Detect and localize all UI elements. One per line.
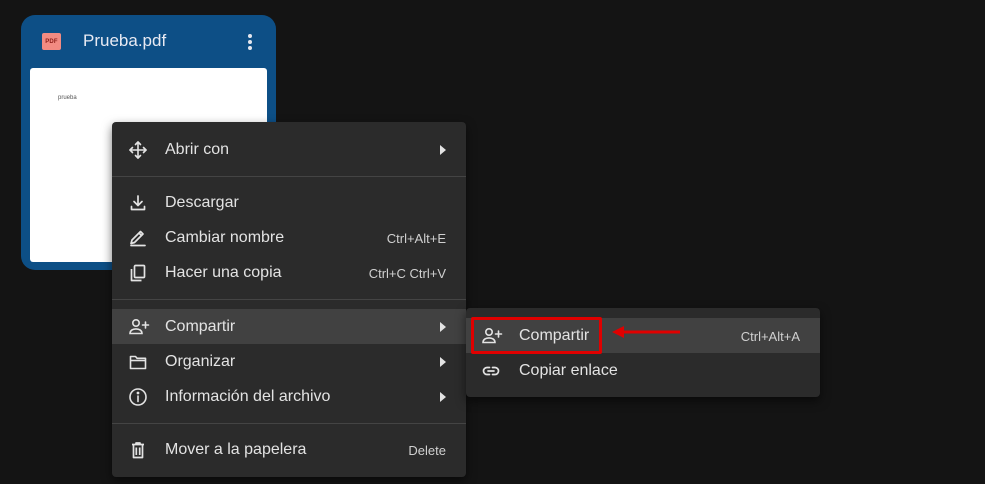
move-arrows-icon <box>128 140 148 160</box>
submenu-item-copiar-enlace[interactable]: Copiar enlace <box>466 353 820 388</box>
menu-item-cambiar-nombre[interactable]: Cambiar nombre Ctrl+Alt+E <box>112 220 466 255</box>
more-options-icon[interactable] <box>243 31 257 53</box>
menu-item-label: Organizar <box>165 353 236 370</box>
submenu-item-label: Copiar enlace <box>519 362 618 379</box>
info-icon <box>128 387 148 407</box>
person-add-icon <box>128 317 150 337</box>
submenu-arrow-icon <box>440 392 446 402</box>
link-icon <box>481 361 501 381</box>
menu-item-label: Hacer una copia <box>165 264 282 281</box>
file-card-header: PDF Prueba.pdf <box>21 15 276 68</box>
submenu-arrow-icon <box>440 322 446 332</box>
pencil-icon <box>128 228 148 248</box>
menu-item-hacer-copia[interactable]: Hacer una copia Ctrl+C Ctrl+V <box>112 255 466 290</box>
menu-item-mover-papelera[interactable]: Mover a la papelera Delete <box>112 432 466 467</box>
menu-item-label: Compartir <box>165 318 236 335</box>
menu-item-label: Descargar <box>165 194 239 211</box>
submenu-item-shortcut: Ctrl+Alt+A <box>740 329 800 344</box>
preview-text: prueba <box>58 95 77 101</box>
menu-item-label: Cambiar nombre <box>165 229 285 246</box>
trash-icon <box>128 440 148 460</box>
menu-item-label: Información del archivo <box>165 388 331 405</box>
file-name: Prueba.pdf <box>83 31 167 50</box>
submenu-arrow-icon <box>440 357 446 367</box>
person-add-icon <box>481 326 503 346</box>
menu-item-shortcut: Ctrl+Alt+E <box>386 231 446 246</box>
submenu-arrow-icon <box>440 145 446 155</box>
download-icon <box>128 193 148 213</box>
menu-item-shortcut: Delete <box>408 443 446 458</box>
copy-icon <box>128 263 148 283</box>
menu-item-shortcut: Ctrl+C Ctrl+V <box>368 266 446 281</box>
menu-divider <box>112 176 466 177</box>
menu-item-abrir-con[interactable]: Abrir con <box>112 132 466 167</box>
folder-icon <box>128 352 148 372</box>
submenu-item-label: Compartir <box>519 327 590 344</box>
menu-item-informacion-archivo[interactable]: Información del archivo <box>112 379 466 414</box>
menu-item-label: Abrir con <box>165 141 230 158</box>
menu-divider <box>112 423 466 424</box>
pdf-file-icon: PDF <box>42 33 61 50</box>
annotation-arrow-icon <box>610 322 682 342</box>
menu-divider <box>112 299 466 300</box>
menu-item-label: Mover a la papelera <box>165 441 307 458</box>
context-menu: Abrir con Descargar Cambiar nombre Ctrl+… <box>112 122 466 477</box>
menu-item-organizar[interactable]: Organizar <box>112 344 466 379</box>
menu-item-descargar[interactable]: Descargar <box>112 185 466 220</box>
menu-item-compartir[interactable]: Compartir <box>112 309 466 344</box>
